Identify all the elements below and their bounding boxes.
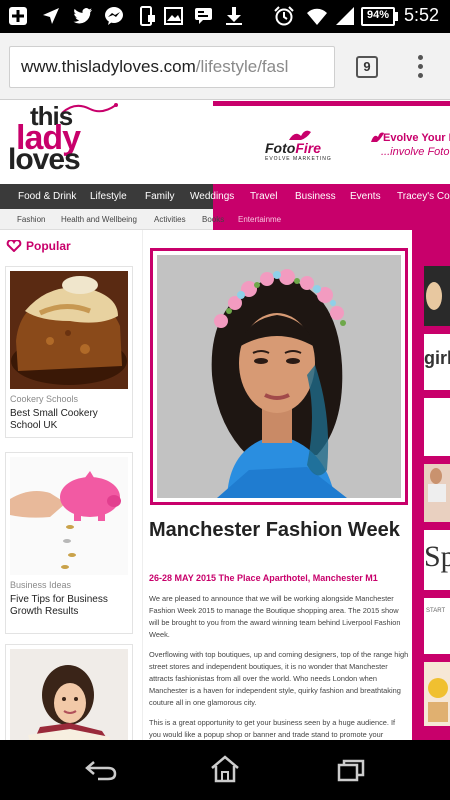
clock: 5:52	[404, 5, 440, 25]
article-paragraph: Overflowing with top boutiques, up and c…	[149, 650, 409, 707]
heart-icon	[6, 240, 22, 252]
card-title[interactable]: Best Small Cookery School UK	[10, 408, 128, 432]
recent-apps-icon[interactable]	[336, 758, 366, 782]
card-category: Business Ideas	[10, 580, 72, 590]
popular-sidebar: Popular Cookery Schools Best Small Cooke…	[0, 230, 142, 740]
subnav-books[interactable]: Books	[202, 209, 224, 230]
card-category: Cookery Schools	[10, 394, 79, 404]
article-paragraph: This is a great opportunity to get your …	[149, 718, 396, 739]
nav-lifestyle[interactable]: Lifestyle	[90, 184, 127, 209]
nav-family[interactable]: Family	[145, 184, 174, 209]
banner-tagline-2: ...involve Foto	[381, 146, 450, 158]
phone-sync-icon	[140, 6, 155, 26]
right-thumb[interactable]	[424, 398, 450, 456]
status-bar: 94% 5:52	[0, 0, 450, 33]
wifi-icon	[307, 8, 327, 25]
nav-events[interactable]: Events	[350, 184, 381, 209]
url-bar[interactable]: www.thisladyloves.com/lifestyle/fasl	[9, 46, 335, 88]
browser-toolbar: www.thisladyloves.com/lifestyle/fasl 9	[0, 33, 450, 100]
nav-weddings[interactable]: Weddings	[190, 184, 234, 209]
messenger-icon	[105, 7, 123, 25]
overflow-menu-icon[interactable]	[418, 55, 424, 81]
right-thumb[interactable]	[424, 266, 450, 326]
battery-tip	[395, 12, 398, 21]
twitter-icon	[73, 8, 92, 24]
popular-card[interactable]: Cookery Schools Best Small Cookery Schoo…	[5, 266, 133, 438]
cake-image	[10, 271, 128, 389]
download-icon	[226, 7, 242, 25]
banner-brand-sub: EVOLVE MARKETING	[265, 156, 332, 162]
web-page: this lady loves FotoFire EVOLVE MARKETIN…	[0, 101, 450, 740]
right-thumb[interactable]	[424, 662, 450, 726]
logo-word-loves: loves	[8, 143, 81, 176]
nav-travel[interactable]: Travel	[250, 184, 277, 209]
reading-woman-image	[10, 649, 128, 740]
subnav-fashion[interactable]: Fashion	[17, 209, 45, 230]
location-icon	[43, 8, 59, 24]
article-paragraph: We are pleased to announce that we will …	[149, 594, 401, 639]
right-thumb[interactable]	[424, 464, 450, 522]
subnav-activities[interactable]: Activities	[154, 209, 186, 230]
article-date-location: 26-28 MAY 2015 The Place Aparthotel, Man…	[149, 573, 378, 583]
right-thumb[interactable]: girl	[424, 334, 450, 390]
popular-card[interactable]: Business Ideas Five Tips for Business Gr…	[5, 452, 133, 634]
right-thumb[interactable]: START	[424, 598, 450, 654]
home-icon[interactable]	[209, 754, 241, 784]
popular-card[interactable]	[5, 644, 133, 740]
battery-level: 94%	[366, 9, 390, 21]
chat-icon	[195, 8, 212, 24]
popular-title: Popular	[26, 239, 71, 253]
nav-traceys-column[interactable]: Tracey's Colu	[397, 184, 450, 209]
piggy-bank-image	[10, 457, 128, 575]
main-nav: Food & Drink Lifestyle Family Weddings T…	[0, 184, 450, 209]
site-logo[interactable]: this lady loves	[8, 101, 118, 181]
url-domain: www.thisladyloves.com	[21, 57, 196, 76]
hero-image-frame[interactable]	[150, 248, 408, 505]
banner-brand: FotoFire	[265, 140, 322, 156]
banner-tagline-1: Evolve Your I	[383, 132, 450, 144]
plus-icon	[9, 7, 27, 25]
system-nav-bar	[0, 740, 450, 800]
alarm-icon	[274, 6, 294, 26]
signal-icon	[336, 7, 354, 25]
sub-nav: Fashion Health and Wellbeing Activities …	[0, 209, 450, 230]
banner-ad[interactable]: FotoFire EVOLVE MARKETING Evolve Your I …	[213, 101, 450, 181]
nav-food-drink[interactable]: Food & Drink	[18, 184, 76, 209]
subnav-health-wellbeing[interactable]: Health and Wellbeing	[61, 209, 137, 230]
right-ad-column: girl Sp START	[412, 230, 450, 740]
tab-switcher-button[interactable]: 9	[356, 56, 378, 78]
subnav-entertainment[interactable]: Entertainme	[238, 209, 281, 230]
article-title: Manchester Fashion Week	[149, 519, 400, 541]
image-icon	[164, 7, 183, 25]
url-path: /lifestyle/fasl	[195, 57, 289, 76]
nav-business[interactable]: Business	[295, 184, 336, 209]
fashion-model-image	[157, 255, 401, 498]
right-thumb[interactable]: Sp	[424, 530, 450, 590]
article-column: Manchester Fashion Week 26-28 MAY 2015 T…	[142, 230, 412, 740]
card-title[interactable]: Five Tips for Business Growth Results	[10, 594, 128, 618]
back-icon[interactable]	[84, 758, 118, 782]
